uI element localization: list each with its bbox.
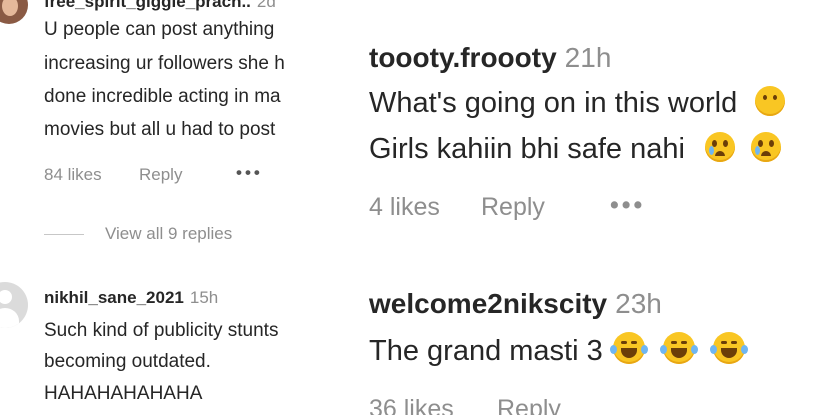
reply-button[interactable]: Reply	[497, 395, 561, 415]
comment-text-line: Girls kahiin bhi safe nahi	[369, 132, 782, 166]
comment-username[interactable]: free_spirit_giggle_prach.. 2d	[44, 0, 276, 12]
reply-button[interactable]: Reply	[139, 165, 182, 185]
avatar-body	[0, 308, 19, 328]
default-avatar[interactable]	[0, 282, 28, 328]
more-options-icon[interactable]: •••	[236, 163, 263, 183]
comment-time: 15h	[189, 288, 219, 307]
tears-of-joy-icon	[609, 332, 648, 364]
comment-text-line: done incredible acting in ma	[44, 86, 281, 107]
crying-face-icon	[705, 132, 736, 162]
more-options-icon[interactable]: •••	[610, 191, 645, 220]
view-replies-link[interactable]: View all 9 replies	[105, 224, 232, 244]
comment-username[interactable]: welcome2nikscity 23h	[369, 288, 662, 320]
comment-text-line: HAHAHAHAHAHA	[44, 383, 203, 404]
avatar-face	[2, 0, 18, 16]
comment-text-line: increasing ur followers she h	[44, 53, 285, 74]
right-comments-panel: toooty.froooty 21h What's going on in thi…	[352, 0, 830, 415]
comment-text-line: U people can post anything	[44, 19, 275, 40]
likes-count[interactable]: 36 likes	[369, 395, 454, 415]
commenter-avatar[interactable]	[0, 0, 28, 24]
comment-text-line: Such kind of publicity stunts	[44, 320, 279, 341]
left-comments-panel: free_spirit_giggle_prach.. 2d U people ca…	[0, 0, 352, 415]
comment-text-line: What's going on in this world	[369, 86, 786, 120]
comment-text-line: becoming outdated.	[44, 351, 211, 372]
comment-time: 2d	[256, 0, 276, 11]
crying-face-icon	[755, 86, 786, 116]
likes-count[interactable]: 84 likes	[44, 165, 102, 185]
tears-of-joy-icon	[659, 332, 698, 364]
comment-time: 23h	[615, 288, 662, 319]
comment-text-line: movies but all u had to post	[44, 119, 276, 140]
crying-face-icon	[751, 132, 782, 162]
comment-time: 21h	[564, 42, 612, 73]
comment-username[interactable]: nikhil_sane_2021 15h	[44, 288, 218, 308]
tears-of-joy-icon	[709, 332, 748, 364]
reply-button[interactable]: Reply	[481, 193, 545, 222]
comment-username[interactable]: toooty.froooty 21h	[369, 42, 611, 74]
replies-divider	[44, 234, 84, 235]
avatar-head	[0, 290, 12, 304]
likes-count[interactable]: 4 likes	[369, 193, 440, 222]
comment-text-line: The grand masti 3	[369, 332, 748, 368]
